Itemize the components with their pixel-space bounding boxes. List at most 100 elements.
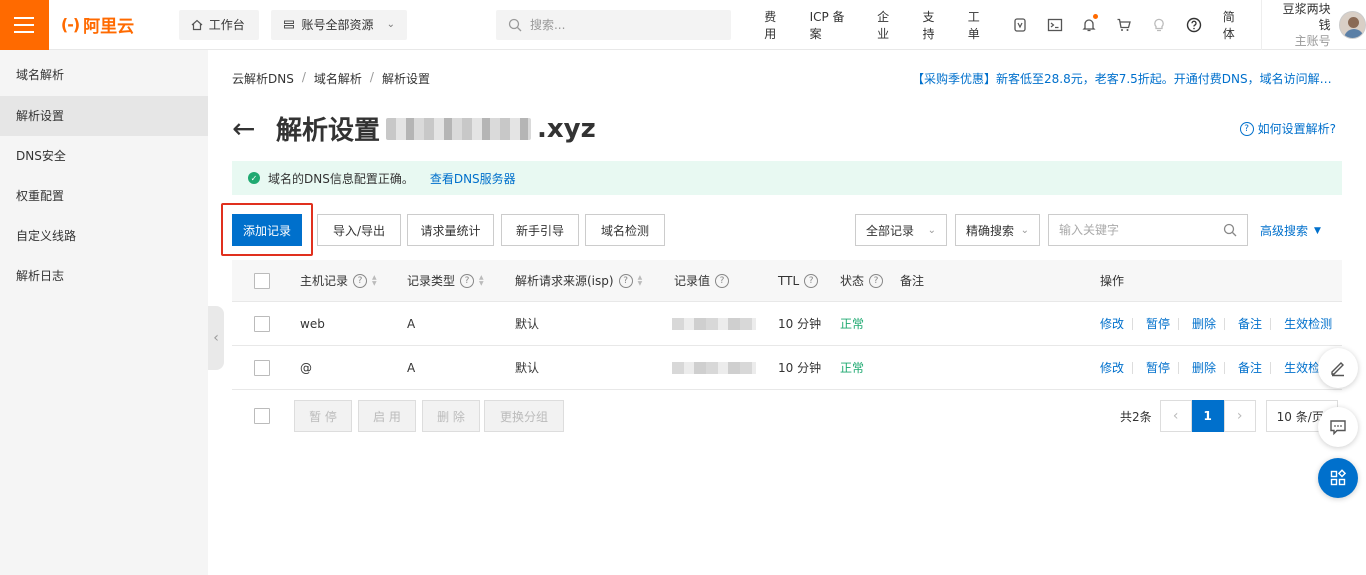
- edit-float-button[interactable]: [1318, 348, 1358, 388]
- add-record-button[interactable]: 添加记录: [232, 214, 302, 246]
- search-icon: [508, 18, 522, 31]
- modify-link[interactable]: 修改: [1100, 361, 1134, 374]
- check-circle-icon: ✓: [248, 172, 260, 184]
- prev-page-button[interactable]: ‹: [1159, 400, 1192, 432]
- row-checkbox-cell: [254, 302, 270, 345]
- chevron-down-icon: ⌄: [927, 224, 936, 236]
- menu-icon[interactable]: [0, 0, 49, 50]
- batch-enable-button[interactable]: 启 用: [358, 400, 416, 432]
- logo-mark: (-): [60, 15, 80, 34]
- domain-check-button[interactable]: 域名检测: [585, 214, 665, 246]
- sort-icon[interactable]: ▲ ▼: [372, 274, 377, 287]
- bell-icon[interactable]: [1072, 13, 1107, 33]
- batch-select-checkbox[interactable]: [254, 408, 270, 424]
- search-icon[interactable]: [1223, 223, 1237, 237]
- cell-isp: 默认: [515, 317, 540, 331]
- page-title-text: 解析设置: [276, 116, 381, 146]
- chat-float-button[interactable]: [1318, 407, 1358, 447]
- notification-dot: [1092, 13, 1098, 19]
- blurred-record-value: [672, 317, 756, 330]
- resources-label: 账号全部资源: [301, 18, 374, 32]
- question-icon[interactable]: ?: [353, 273, 368, 288]
- row-checkbox[interactable]: [254, 315, 270, 332]
- record-filter-select[interactable]: 全部记录 ⌄: [855, 214, 947, 246]
- cell-isp: 默认: [515, 361, 540, 375]
- cell-status: 正常: [840, 317, 865, 331]
- user-menu[interactable]: 豆浆两块钱 主账号: [1261, 0, 1366, 50]
- aliyun-logo[interactable]: (-) 阿里云: [61, 12, 159, 37]
- global-search-input[interactable]: 搜索...: [495, 9, 732, 40]
- change-group-button[interactable]: 更换分组: [484, 400, 564, 432]
- question-icon[interactable]: ?: [715, 273, 730, 288]
- nav-tickets[interactable]: 工单: [957, 8, 1002, 42]
- cell-type: A: [407, 360, 416, 375]
- sort-icon[interactable]: ▲ ▼: [638, 274, 643, 287]
- api-icon[interactable]: [1002, 17, 1037, 33]
- search-mode-select[interactable]: 精确搜索 ⌄: [955, 214, 1040, 246]
- beginner-guide-button[interactable]: 新手引导: [501, 214, 579, 246]
- nav-language[interactable]: 简体: [1212, 8, 1257, 42]
- sidebar-item-weight-config[interactable]: 权重配置: [0, 176, 208, 216]
- nav-support[interactable]: 支持: [911, 8, 956, 42]
- domain-suffix: .xyz: [537, 113, 596, 144]
- nav-icp[interactable]: ICP 备案: [799, 8, 867, 42]
- page-number-current[interactable]: 1: [1191, 400, 1224, 432]
- request-stats-button[interactable]: 请求量统计: [407, 214, 494, 246]
- sidebar-item-resolution-logs[interactable]: 解析日志: [0, 256, 208, 296]
- pause-link[interactable]: 暂停: [1138, 317, 1180, 330]
- workbench-button[interactable]: 工作台: [178, 9, 260, 40]
- top-bar: (-) 阿里云 工作台 账号全部资源 ⌄ 搜索... 费用 ICP 备案 企业 …: [0, 0, 1366, 50]
- nav-fees[interactable]: 费用: [753, 8, 798, 42]
- question-icon[interactable]: ?: [869, 273, 884, 288]
- row-checkbox[interactable]: [254, 359, 270, 376]
- sidebar-item-resolution-settings[interactable]: 解析设置: [0, 96, 208, 136]
- header-host[interactable]: 主机记录 ? ▲ ▼: [300, 260, 377, 301]
- advanced-search-toggle[interactable]: 高级搜索 ▼: [1260, 222, 1321, 239]
- question-icon[interactable]: ?: [804, 273, 819, 288]
- question-icon[interactable]: ?: [618, 273, 633, 288]
- apps-float-button[interactable]: [1318, 458, 1358, 498]
- nav-enterprise[interactable]: 企业: [866, 8, 911, 42]
- delete-link[interactable]: 删除: [1184, 361, 1226, 374]
- modify-link[interactable]: 修改: [1100, 317, 1134, 330]
- avatar[interactable]: [1338, 10, 1366, 39]
- batch-delete-button[interactable]: 删 除: [422, 400, 480, 432]
- terminal-icon[interactable]: [1037, 17, 1072, 33]
- breadcrumb-item-cloud-dns[interactable]: 云解析DNS: [232, 70, 294, 87]
- next-page-button[interactable]: ›: [1223, 400, 1256, 432]
- sidebar-item-dns-security[interactable]: DNS安全: [0, 136, 208, 176]
- how-to-link[interactable]: ? 如何设置解析?: [1239, 120, 1336, 137]
- promo-link[interactable]: 【采购季优惠】新客低至28.8元，老客7.5折起。开通付费DNS，域名访问解析更…: [912, 70, 1342, 87]
- breadcrumb-separator: /: [369, 70, 374, 84]
- header-isp[interactable]: 解析请求来源(isp) ? ▲ ▼: [515, 260, 642, 301]
- user-info: 豆浆两块钱 主账号: [1272, 1, 1331, 49]
- remark-link[interactable]: 备注: [1230, 317, 1272, 330]
- effect-check-link[interactable]: 生效检测: [1276, 318, 1340, 330]
- sidebar-item-custom-lines[interactable]: 自定义线路: [0, 216, 208, 256]
- resources-dropdown[interactable]: 账号全部资源 ⌄: [271, 9, 407, 40]
- chevron-down-icon: ⌄: [386, 19, 395, 30]
- breadcrumb-item-domain-resolution[interactable]: 域名解析: [314, 70, 362, 87]
- sidebar-item-domain-resolution[interactable]: 域名解析: [0, 50, 208, 96]
- cell-type: A: [407, 316, 416, 331]
- header-status: 状态 ?: [840, 260, 884, 301]
- keyword-input[interactable]: [1059, 223, 1223, 237]
- select-all-checkbox[interactable]: [254, 272, 270, 289]
- view-dns-servers-link[interactable]: 查看DNS服务器: [430, 170, 516, 187]
- alert-message: 域名的DNS信息配置正确。: [268, 171, 414, 186]
- help-icon[interactable]: [1177, 17, 1212, 33]
- sort-icon[interactable]: ▲ ▼: [479, 274, 484, 287]
- back-arrow-icon[interactable]: ←: [232, 113, 260, 144]
- import-export-button[interactable]: 导入/导出: [317, 214, 401, 246]
- keyword-search-field[interactable]: [1048, 214, 1248, 246]
- delete-link[interactable]: 删除: [1184, 317, 1226, 330]
- cart-icon[interactable]: [1107, 17, 1142, 33]
- sidebar-collapse-handle[interactable]: ‹: [208, 306, 224, 370]
- remark-link[interactable]: 备注: [1230, 361, 1272, 374]
- batch-pause-button[interactable]: 暂 停: [294, 400, 352, 432]
- breadcrumb: 云解析DNS / 域名解析 / 解析设置: [232, 70, 430, 87]
- header-type[interactable]: 记录类型 ? ▲ ▼: [407, 260, 484, 301]
- lightbulb-icon[interactable]: [1142, 17, 1177, 33]
- pause-link[interactable]: 暂停: [1138, 361, 1180, 374]
- question-icon[interactable]: ?: [460, 273, 475, 288]
